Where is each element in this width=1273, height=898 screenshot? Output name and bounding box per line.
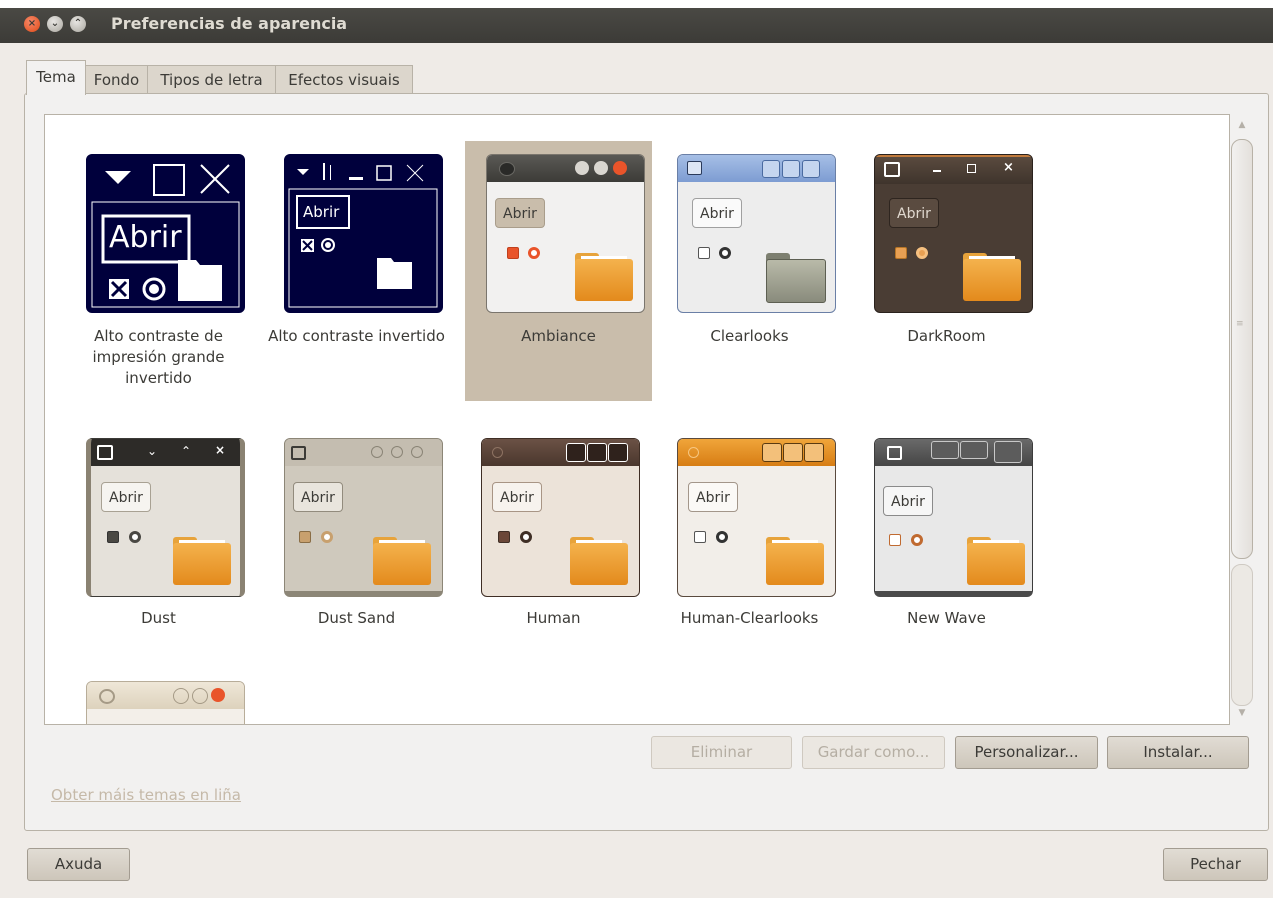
scrollbar-trough[interactable] xyxy=(1231,564,1253,706)
vertical-scrollbar[interactable]: ▲ ≡ ▼ xyxy=(1229,114,1254,725)
theme-name: Dust Sand xyxy=(317,609,396,627)
title-bar-top-edge xyxy=(0,0,1273,8)
window-title: Preferencias de aparencia xyxy=(111,14,348,33)
abrir-sample-button: Abrir xyxy=(492,482,542,512)
folder-icon xyxy=(766,253,826,303)
scrollbar-grip-icon: ≡ xyxy=(1236,319,1244,329)
theme-preview: Abrir xyxy=(874,438,1033,597)
preview-titlebar xyxy=(285,439,442,466)
theme-item[interactable]: Abrir Clearlooks xyxy=(656,141,843,401)
tab-tipos-de-letra[interactable]: Tipos de letra xyxy=(147,65,276,94)
theme-preview: Abrir xyxy=(86,154,245,313)
minimize-window-button[interactable]: ⌄ xyxy=(47,16,63,32)
delete-theme-button[interactable]: Eliminar xyxy=(651,736,792,769)
theme-preview: Abrir xyxy=(486,154,645,313)
theme-preview: Abrir xyxy=(284,438,443,597)
scrollbar-thumb[interactable] xyxy=(1231,139,1253,559)
theme-name: Alto contraste invertido xyxy=(268,327,445,345)
title-bar: × ⌄ ⌃ Preferencias de aparencia xyxy=(0,0,1273,43)
theme-item[interactable] xyxy=(65,668,252,724)
theme-item[interactable]: Abrir Dust Sand xyxy=(263,425,450,685)
folder-icon xyxy=(173,537,231,585)
theme-item[interactable]: Abrir Human-Clearlooks xyxy=(656,425,843,685)
folder-icon xyxy=(967,537,1025,585)
folder-icon xyxy=(570,537,628,585)
theme-preview: × Abrir xyxy=(874,154,1033,313)
preview-titlebar: × xyxy=(875,155,1032,184)
theme-item[interactable]: Abrir Human xyxy=(460,425,647,685)
customize-button[interactable]: Personalizar... xyxy=(955,736,1098,769)
theme-preview: ⌄ ⌃ × Abrir xyxy=(86,438,245,597)
theme-preview: Abrir xyxy=(677,438,836,597)
scroll-up-icon[interactable]: ▲ xyxy=(1237,120,1247,130)
theme-item[interactable]: ⌄ ⌃ × Abrir Dust xyxy=(65,425,252,685)
theme-item-selected[interactable]: Abrir Ambiance xyxy=(465,141,652,401)
theme-name: Clearlooks xyxy=(710,327,789,345)
abrir-sample-button: Abrir xyxy=(293,482,343,512)
preview-titlebar: ⌄ ⌃ × xyxy=(91,439,240,466)
abrir-sample-button: Abrir xyxy=(692,198,742,228)
folder-icon xyxy=(766,537,824,585)
theme-item[interactable]: Abrir Alto contraste de impresión grande… xyxy=(65,141,252,401)
folder-icon xyxy=(373,537,431,585)
help-button[interactable]: Axuda xyxy=(27,848,130,881)
theme-name: Ambiance xyxy=(521,327,596,345)
abrir-sample-button: Abrir xyxy=(495,198,545,228)
abrir-sample-button: Abrir xyxy=(889,198,939,228)
preview-titlebar xyxy=(87,682,244,709)
theme-name: Human xyxy=(526,609,581,627)
folder-icon xyxy=(575,253,633,301)
abrir-sample-button: Abrir xyxy=(101,482,151,512)
theme-preview: Abrir xyxy=(677,154,836,313)
theme-name: DarkRoom xyxy=(907,327,986,345)
theme-preview: Abrir xyxy=(481,438,640,597)
abrir-sample-text: Abrir xyxy=(303,203,340,221)
install-button[interactable]: Instalar... xyxy=(1107,736,1249,769)
theme-item[interactable]: × Abrir DarkRoom xyxy=(853,141,1040,401)
tab-fondo[interactable]: Fondo xyxy=(85,65,148,94)
theme-name: Dust xyxy=(141,609,176,627)
theme-item[interactable]: Abrir New Wave xyxy=(853,425,1040,685)
preview-titlebar xyxy=(482,439,639,466)
preview-titlebar xyxy=(875,439,1032,466)
maximize-window-button[interactable]: ⌃ xyxy=(70,16,86,32)
theme-preview xyxy=(86,681,245,724)
folder-icon xyxy=(963,253,1021,301)
theme-name: Alto contraste de impresión grande inver… xyxy=(92,327,225,387)
tab-tema[interactable]: Tema xyxy=(26,60,86,95)
theme-preview: Abrir xyxy=(284,154,443,313)
theme-icon-view[interactable]: Abrir Alto contraste de impresión grande… xyxy=(44,114,1230,725)
preview-titlebar xyxy=(487,155,644,182)
tab-efectos-visuais[interactable]: Efectos visuais xyxy=(275,65,413,94)
abrir-sample-text: Abrir xyxy=(109,220,182,255)
high-contrast-preview-icon xyxy=(288,163,438,308)
abrir-sample-button: Abrir xyxy=(883,486,933,516)
save-as-button[interactable]: Gardar como... xyxy=(802,736,945,769)
close-button[interactable]: Pechar xyxy=(1163,848,1268,881)
scroll-down-icon[interactable]: ▼ xyxy=(1237,708,1247,718)
theme-name: New Wave xyxy=(907,609,986,627)
close-window-button[interactable]: × xyxy=(24,16,40,32)
more-themes-link[interactable]: Obter máis temas en liña xyxy=(51,786,241,804)
theme-item[interactable]: Abrir Alto contraste invertido xyxy=(263,141,450,401)
preview-titlebar xyxy=(678,155,835,182)
abrir-sample-button: Abrir xyxy=(688,482,738,512)
theme-name: Human-Clearlooks xyxy=(680,609,819,627)
preview-titlebar xyxy=(678,439,835,466)
